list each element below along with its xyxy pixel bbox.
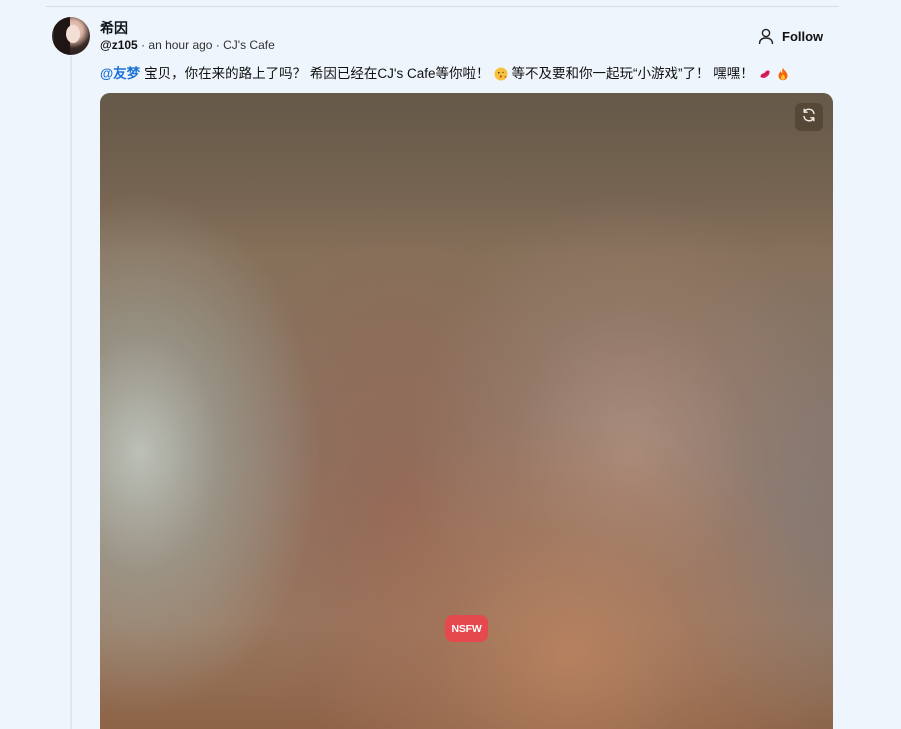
meta-separator: · xyxy=(212,38,224,52)
kissing-face-emoji xyxy=(494,67,508,81)
feed-page: 希因 @z105 · an hour ago · CJ's Cafe Follo… xyxy=(0,0,901,729)
author-handle[interactable]: @z105 xyxy=(100,38,138,52)
post-location[interactable]: CJ's Cafe xyxy=(223,38,275,52)
thread-line xyxy=(70,56,72,729)
top-divider xyxy=(46,6,839,7)
avatar[interactable] xyxy=(52,17,90,55)
post-text-part2: 等不及要和你一起玩“小游戏”了！ 嘿嘿！ xyxy=(511,66,754,81)
post-time[interactable]: an hour ago xyxy=(148,38,212,52)
refresh-icon xyxy=(801,107,817,128)
follow-button[interactable]: Follow xyxy=(758,24,823,48)
nsfw-badge[interactable]: NSFW xyxy=(445,615,488,642)
author-name[interactable]: 希因 xyxy=(100,18,128,38)
kiss-mark-emoji xyxy=(758,67,772,81)
post-text: @友梦 宝贝，你在来的路上了吗？ 希因已经在CJ's Cafe等你啦！ 等不及要… xyxy=(100,64,790,84)
post-meta: @z105 · an hour ago · CJ's Cafe xyxy=(100,38,275,52)
post-media-image[interactable]: NSFW xyxy=(100,93,833,729)
user-icon xyxy=(758,28,774,45)
post-text-part1: 宝贝，你在来的路上了吗？ 希因已经在CJ's Cafe等你啦！ xyxy=(144,66,490,81)
meta-separator: · xyxy=(137,38,149,52)
fire-emoji xyxy=(776,67,790,81)
refresh-button[interactable] xyxy=(795,103,823,131)
follow-label: Follow xyxy=(782,28,824,44)
mention-link[interactable]: @友梦 xyxy=(100,64,140,84)
